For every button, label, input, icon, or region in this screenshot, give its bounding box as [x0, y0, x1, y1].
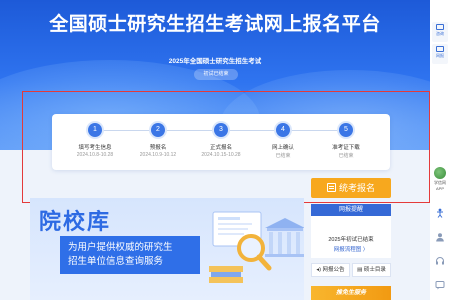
app-name-line2: APP: [435, 186, 444, 191]
form-icon: [326, 183, 336, 192]
exam-register-label: 统考报名: [338, 183, 375, 193]
banner-desc-line1: 为用户提供权威的研究生: [68, 242, 173, 253]
speaker-icon: ◂): [316, 267, 322, 273]
right-sidebar: 咨询 网报 学信网 APP: [430, 0, 450, 300]
exam-register-button[interactable]: 统考报名: [311, 178, 391, 198]
flowchart-link[interactable]: 网报流程图 〉: [311, 245, 391, 253]
sidebar-tile-register[interactable]: 网报: [432, 44, 448, 64]
app-logo-icon[interactable]: [434, 167, 446, 179]
accessibility-icon[interactable]: [435, 208, 445, 218]
headset-icon[interactable]: [435, 256, 445, 266]
institution-library-banner[interactable]: 院校库 为用户提供权威的研究生 招生单位信息查询服务: [30, 198, 304, 300]
sidebar-tile-label: 咨询: [436, 31, 444, 36]
exam-subtitle: 2025年全国硕士研究生招生考试: [168, 58, 262, 65]
announcement-button[interactable]: ◂) 网报公告: [311, 263, 350, 277]
banner-heading: 院校库: [39, 209, 112, 234]
sidebar-tile-label: 网报: [436, 53, 444, 58]
book-icon: ▤: [357, 267, 363, 273]
search-illustration-icon: [209, 211, 304, 283]
banner-description: 为用户提供权威的研究生 招生单位信息查询服务: [60, 236, 200, 274]
status-pill: 初试已结束: [194, 69, 238, 80]
document-icon: [436, 46, 444, 52]
feedback-icon[interactable]: [435, 280, 445, 290]
notice-panel: 网报提醒 2025年初试已结束 网报流程图 〉 ◂) 网报公告 ▤ 硕士目录 推…: [311, 200, 391, 300]
recommend-service-button[interactable]: 推免生服务: [311, 286, 391, 300]
chat-icon: [436, 24, 444, 30]
banner-desc-line2: 招生单位信息查询服务: [68, 256, 164, 267]
notice-header: 网报提醒: [311, 204, 391, 216]
catalog-label: 硕士目录: [363, 267, 386, 273]
announcement-label: 网报公告: [322, 267, 345, 273]
site-title: 全国硕士研究生招生考试网上报名平台: [49, 14, 381, 35]
app-name-line1: 学信网: [434, 180, 446, 185]
catalog-button[interactable]: ▤ 硕士目录: [352, 263, 391, 277]
sidebar-tile-consult[interactable]: 咨询: [432, 22, 448, 42]
notice-item-exam-ended[interactable]: 2025年初试已结束: [311, 235, 391, 243]
notice-body: 2025年初试已结束 网报流程图 〉: [311, 216, 391, 258]
user-icon[interactable]: [435, 232, 445, 242]
